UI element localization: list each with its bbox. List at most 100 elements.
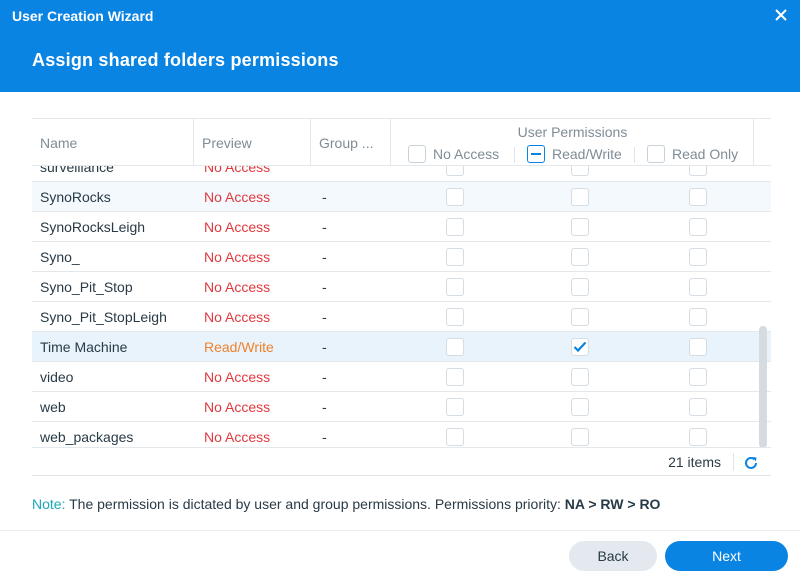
row-checkbox-no-access[interactable] (446, 307, 464, 326)
header-divider (514, 147, 515, 163)
note-label: Note: (32, 496, 66, 512)
row-name: web_packages (40, 428, 134, 445)
header-checkbox-read-only[interactable] (647, 145, 665, 163)
close-icon[interactable] (770, 4, 792, 26)
row-checkbox-no-access[interactable] (446, 166, 464, 176)
column-header-preview[interactable]: Preview (194, 119, 311, 166)
row-name: video (40, 368, 74, 385)
row-group: - (322, 248, 327, 265)
table-row[interactable]: web_packages No Access - (32, 422, 771, 446)
row-name: SynoRocksLeigh (40, 218, 146, 235)
row-checkbox-read-only[interactable] (689, 337, 707, 356)
header-checkbox-no-access[interactable] (408, 145, 426, 163)
table-row[interactable]: Syno_Pit_Stop No Access - (32, 272, 771, 302)
header-option-no-access[interactable]: No Access (408, 145, 499, 163)
row-checkbox-read-only[interactable] (689, 217, 707, 236)
wizard-title: User Creation Wizard (12, 8, 154, 24)
row-checkbox-read-only[interactable] (689, 307, 707, 326)
row-checkbox-no-access[interactable] (446, 397, 464, 416)
row-preview: No Access (204, 166, 271, 175)
row-checkbox-read-write[interactable] (571, 427, 589, 446)
row-checkbox-read-only[interactable] (689, 427, 707, 446)
row-checkbox-read-only[interactable] (689, 187, 707, 206)
column-header-name[interactable]: Name (32, 119, 194, 166)
row-name: Syno_ (40, 248, 80, 265)
row-checkbox-read-write[interactable] (571, 307, 589, 326)
row-group: - (322, 428, 327, 445)
row-checkbox-read-write[interactable] (571, 187, 589, 206)
wizard-header: User Creation Wizard Assign shared folde… (0, 0, 800, 92)
row-group: - (322, 398, 327, 415)
row-preview: No Access (204, 218, 271, 235)
header-option-label: Read/Write (552, 146, 622, 162)
header-checkbox-read-write[interactable] (527, 145, 545, 163)
row-preview: No Access (204, 278, 271, 295)
page-title: Assign shared folders permissions (32, 50, 339, 70)
row-checkbox-read-write[interactable] (571, 277, 589, 296)
table-row[interactable]: Syno_ No Access - (32, 242, 771, 272)
table-row[interactable]: Syno_Pit_StopLeigh No Access - (32, 302, 771, 332)
row-checkbox-read-only[interactable] (689, 367, 707, 386)
row-group: - (322, 308, 327, 325)
row-group: - (322, 338, 327, 355)
row-name: Syno_Pit_Stop (40, 278, 133, 295)
row-checkbox-read-write[interactable] (571, 397, 589, 416)
row-checkbox-read-only[interactable] (689, 166, 707, 176)
table-scrollbar[interactable] (759, 326, 767, 448)
row-checkbox-read-write[interactable] (571, 337, 589, 356)
row-preview: No Access (204, 248, 271, 265)
table-row[interactable]: web No Access - (32, 392, 771, 422)
row-checkbox-no-access[interactable] (446, 427, 464, 446)
permission-note: Note: The permission is dictated by user… (32, 496, 660, 512)
row-preview: No Access (204, 308, 271, 325)
table-row[interactable]: Time Machine Read/Write - (32, 332, 771, 362)
row-preview: No Access (204, 188, 271, 205)
table-row[interactable]: SynoRocks No Access - (32, 182, 771, 212)
row-name: web (40, 398, 66, 415)
footer-divider (0, 530, 800, 531)
item-count: 21 items (668, 454, 721, 470)
row-name: Syno_Pit_StopLeigh (40, 308, 167, 325)
row-name: Time Machine (40, 338, 128, 355)
row-checkbox-read-only[interactable] (689, 247, 707, 266)
refresh-icon[interactable] (741, 453, 761, 473)
header-option-label: No Access (433, 146, 500, 162)
row-checkbox-no-access[interactable] (446, 337, 464, 356)
column-header-group[interactable]: Group ... (311, 119, 391, 166)
row-checkbox-no-access[interactable] (446, 247, 464, 266)
row-checkbox-read-write[interactable] (571, 217, 589, 236)
permissions-table: Name Preview Group ... User Permissions … (32, 118, 771, 476)
footer-divider (733, 453, 734, 471)
row-name: surveillance (40, 166, 114, 175)
column-header-user-permissions: User Permissions No Access Read/Write Re… (391, 119, 754, 166)
table-row[interactable]: surveillance No Access (32, 166, 771, 182)
row-group: - (322, 218, 327, 235)
header-divider (634, 147, 635, 163)
table-row[interactable]: SynoRocksLeigh No Access - (32, 212, 771, 242)
row-preview: No Access (204, 398, 271, 415)
header-option-read-only[interactable]: Read Only (647, 145, 738, 163)
note-text: The permission is dictated by user and g… (69, 496, 561, 512)
row-checkbox-read-only[interactable] (689, 397, 707, 416)
row-checkbox-no-access[interactable] (446, 187, 464, 206)
row-checkbox-read-write[interactable] (571, 367, 589, 386)
next-button[interactable]: Next (665, 541, 788, 571)
row-checkbox-no-access[interactable] (446, 217, 464, 236)
row-checkbox-read-only[interactable] (689, 277, 707, 296)
header-option-read-write[interactable]: Read/Write (527, 145, 622, 163)
table-row[interactable]: video No Access - (32, 362, 771, 392)
row-preview: No Access (204, 428, 271, 445)
user-permissions-title: User Permissions (517, 124, 628, 140)
row-checkbox-read-write[interactable] (571, 247, 589, 266)
row-preview: No Access (204, 368, 271, 385)
row-preview: Read/Write (204, 338, 274, 355)
row-checkbox-read-write[interactable] (571, 166, 589, 176)
table-body[interactable]: surveillance No Access SynoRocks No Acces… (32, 166, 771, 446)
header-option-label: Read Only (672, 146, 739, 162)
row-checkbox-no-access[interactable] (446, 367, 464, 386)
row-name: SynoRocks (40, 188, 111, 205)
note-priority: NA > RW > RO (564, 496, 661, 512)
row-checkbox-no-access[interactable] (446, 277, 464, 296)
table-footer: 21 items (32, 447, 771, 476)
back-button[interactable]: Back (569, 541, 657, 571)
